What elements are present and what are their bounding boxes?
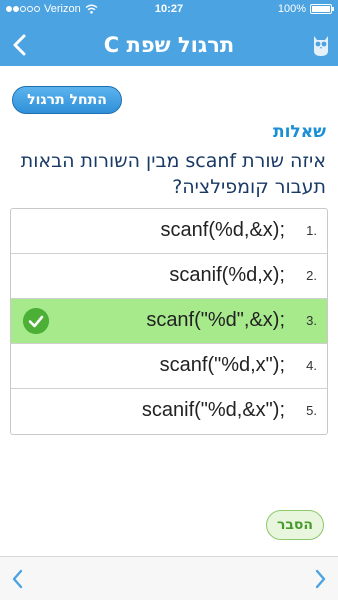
- answer-code: scanf(%d,&x);: [160, 219, 285, 241]
- question-text: איזה שורת scanf מבין השורות הבאות תעבור …: [20, 150, 326, 198]
- check-icon: [23, 308, 49, 334]
- answer-option-5[interactable]: 5. scanif("%d,&x");: [11, 389, 327, 434]
- answer-code: scanf("%d",&x);: [146, 309, 285, 331]
- section-label: שאלות: [272, 122, 326, 142]
- answer-option-2[interactable]: 2. scanif(%d,x);: [11, 254, 327, 299]
- chevron-right-icon[interactable]: [308, 566, 332, 592]
- start-practice-button[interactable]: התחל תרגול: [12, 86, 122, 114]
- answer-number: 2.: [306, 268, 317, 283]
- answer-number: 3.: [306, 313, 317, 328]
- status-bar: Verizon 10:27 100%: [0, 0, 338, 20]
- battery: 100%: [277, 3, 334, 15]
- top-bar: Verizon 10:27 100% תרגול שפת C: [0, 0, 338, 66]
- answer-number: 4.: [306, 358, 317, 373]
- explain-button[interactable]: הסבר: [266, 510, 324, 540]
- answer-option-3[interactable]: 3. scanf("%d",&x);: [11, 299, 327, 344]
- answers-list: 1. scanf(%d,&x); 2. scanif(%d,x); 3. sca…: [10, 208, 328, 435]
- answer-number: 1.: [306, 223, 317, 238]
- owl-icon: [314, 36, 328, 56]
- bottom-toolbar: [0, 556, 338, 600]
- answer-option-4[interactable]: 4. scanf("%d,x");: [11, 344, 327, 389]
- battery-icon: [310, 4, 334, 14]
- answer-code: scanif("%d,&x");: [141, 399, 285, 421]
- battery-percent: 100%: [277, 3, 306, 15]
- chevron-left-icon[interactable]: [6, 566, 30, 592]
- answer-option-1[interactable]: 1. scanf(%d,&x);: [11, 209, 327, 254]
- answer-number: 5.: [306, 403, 317, 418]
- answer-code: scanif(%d,x);: [169, 264, 285, 286]
- answer-code: scanf("%d,x");: [159, 354, 285, 376]
- main-content: התחל תרגול שאלות איזה שורת scanf מבין הש…: [0, 66, 338, 548]
- page-title: תרגול שפת C: [103, 33, 235, 57]
- back-button[interactable]: [6, 30, 34, 60]
